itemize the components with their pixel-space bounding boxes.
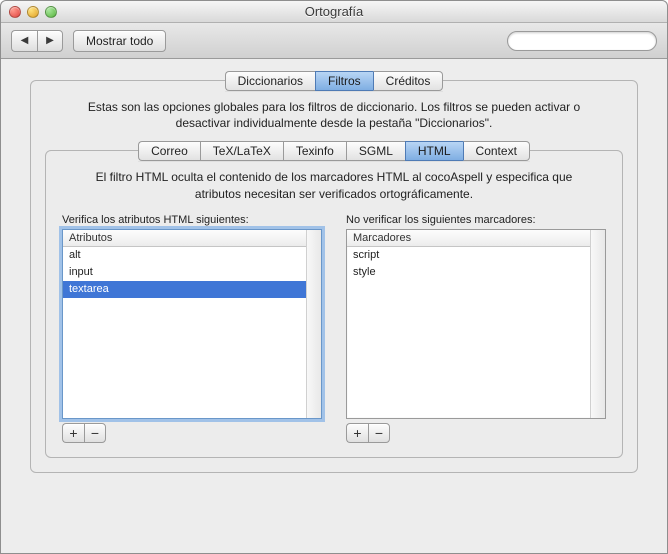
tab-tex[interactable]: TeX/LaTeX xyxy=(200,141,283,161)
tab-correo[interactable]: Correo xyxy=(138,141,200,161)
tab-sgml[interactable]: SGML xyxy=(346,141,405,161)
list-item[interactable]: style xyxy=(347,264,590,281)
markers-caption: No verificar los siguientes marcadores: xyxy=(346,214,606,226)
show-all-label: Mostrar todo xyxy=(86,34,153,48)
tab-html[interactable]: HTML xyxy=(405,141,463,161)
list-item[interactable]: alt xyxy=(63,247,306,264)
list-item-label: alt xyxy=(69,249,81,261)
titlebar: Ortografía xyxy=(1,1,667,23)
content-area: Diccionarios Filtros Créditos Estas son … xyxy=(1,59,667,553)
window-controls xyxy=(1,6,57,18)
tab-label: Diccionarios xyxy=(238,74,303,88)
markers-list[interactable]: Marcadores script style xyxy=(346,229,606,419)
tab-label: Correo xyxy=(151,144,188,158)
add-attribute-button[interactable]: + xyxy=(62,423,84,443)
tab-diccionarios[interactable]: Diccionarios xyxy=(225,71,315,91)
nav-segment: ◀ ▶ xyxy=(11,30,63,52)
list-item-label: style xyxy=(353,266,376,278)
markers-column: No verificar los siguientes marcadores: … xyxy=(346,214,606,443)
list-item[interactable]: script xyxy=(347,247,590,264)
preferences-window: Ortografía ◀ ▶ Mostrar todo Diccionarios… xyxy=(0,0,668,554)
filter-type-tabs: Correo TeX/LaTeX Texinfo SGML HTML Conte… xyxy=(138,141,530,161)
scrollbar[interactable] xyxy=(590,230,605,418)
list-item-label: input xyxy=(69,266,93,278)
tab-label: Texinfo xyxy=(296,144,334,158)
search-input[interactable] xyxy=(518,35,660,47)
zoom-icon[interactable] xyxy=(45,6,57,18)
tab-label: HTML xyxy=(418,144,451,158)
html-filter-group: El filtro HTML oculta el contenido de lo… xyxy=(45,150,623,457)
attributes-list[interactable]: Atributos alt input textarea xyxy=(62,229,322,419)
show-all-button[interactable]: Mostrar todo xyxy=(73,30,166,52)
minus-icon: − xyxy=(91,425,99,441)
forward-button[interactable]: ▶ xyxy=(37,30,63,52)
tab-creditos[interactable]: Créditos xyxy=(373,71,444,91)
tab-label: TeX/LaTeX xyxy=(213,144,271,158)
close-icon[interactable] xyxy=(9,6,21,18)
tab-label: Créditos xyxy=(386,74,431,88)
html-filter-description: El filtro HTML oculta el contenido de lo… xyxy=(62,169,606,213)
tab-label: Context xyxy=(476,144,517,158)
chevron-right-icon: ▶ xyxy=(46,35,54,46)
list-item[interactable]: input xyxy=(63,264,306,281)
scrollbar[interactable] xyxy=(306,230,321,418)
minus-icon: − xyxy=(375,425,383,441)
markers-add-remove: + − xyxy=(346,423,606,443)
remove-attribute-button[interactable]: − xyxy=(84,423,106,443)
list-item-label: textarea xyxy=(69,283,109,295)
list-item[interactable]: textarea xyxy=(63,281,306,298)
attributes-header[interactable]: Atributos xyxy=(63,230,306,247)
top-tabs: Diccionarios Filtros Créditos xyxy=(225,71,444,91)
add-marker-button[interactable]: + xyxy=(346,423,368,443)
list-item-label: script xyxy=(353,249,379,261)
window-title: Ortografía xyxy=(1,4,667,19)
toolbar: ◀ ▶ Mostrar todo xyxy=(1,23,667,59)
tab-filtros[interactable]: Filtros xyxy=(315,71,373,91)
attributes-add-remove: + − xyxy=(62,423,322,443)
tab-label: SGML xyxy=(359,144,393,158)
plus-icon: + xyxy=(69,425,77,441)
tab-context[interactable]: Context xyxy=(463,141,530,161)
tab-label: Filtros xyxy=(328,74,361,88)
markers-header[interactable]: Marcadores xyxy=(347,230,590,247)
minimize-icon[interactable] xyxy=(27,6,39,18)
attributes-column: Verifica los atributos HTML siguientes: … xyxy=(62,214,322,443)
back-button[interactable]: ◀ xyxy=(11,30,37,52)
attributes-caption: Verifica los atributos HTML siguientes: xyxy=(62,214,322,226)
search-field[interactable] xyxy=(507,31,657,51)
filters-group: Estas son las opciones globales para los… xyxy=(30,80,638,473)
remove-marker-button[interactable]: − xyxy=(368,423,390,443)
tab-texinfo[interactable]: Texinfo xyxy=(283,141,346,161)
plus-icon: + xyxy=(353,425,361,441)
chevron-left-icon: ◀ xyxy=(21,35,29,46)
filters-description: Estas son las opciones globales para los… xyxy=(45,99,623,141)
